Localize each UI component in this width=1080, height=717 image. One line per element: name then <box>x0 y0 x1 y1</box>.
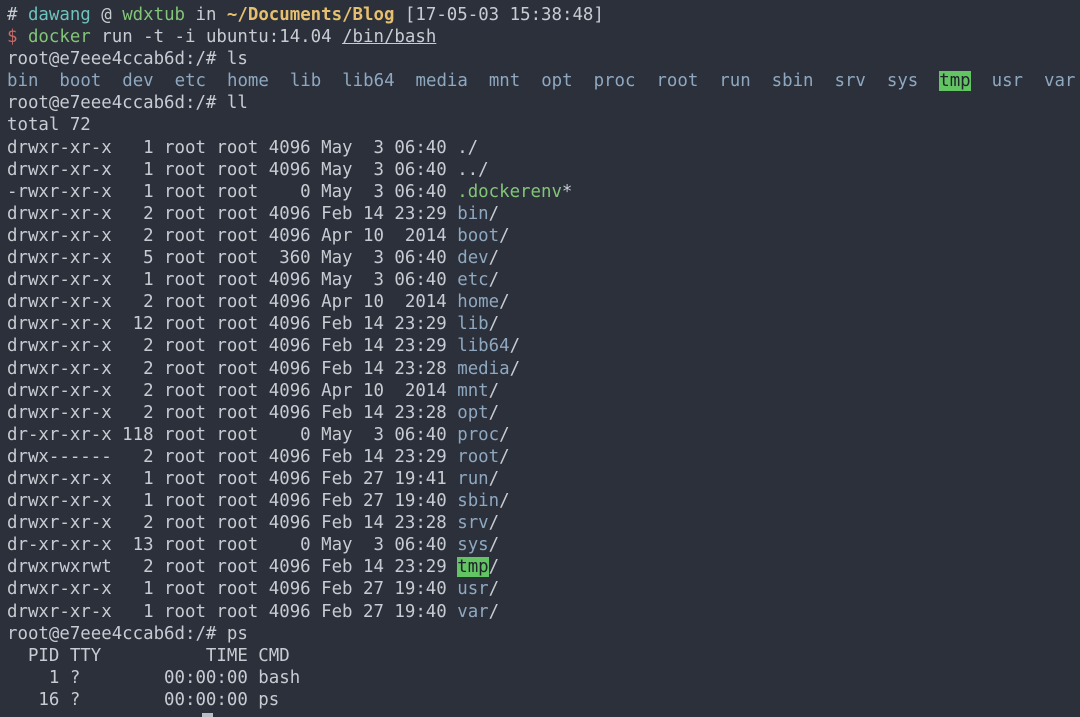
terminal-line: drwxr-xr-x 2 root root 4096 Feb 14 23:28… <box>7 402 500 423</box>
terminal-line: drwxr-xr-x 1 root root 4096 Feb 27 19:40… <box>7 601 500 622</box>
terminal-line: drwxr-xr-x 1 root root 4096 May 3 06:40 … <box>7 137 479 158</box>
terminal-line: root@e7eee4ccab6d:/# ps <box>7 623 248 644</box>
terminal-line: 1 ? 00:00:00 bash <box>7 667 301 688</box>
terminal-line: root@e7eee4ccab6d:/# ls <box>7 49 248 70</box>
terminal-line: drwxr-xr-x 1 root root 4096 Feb 27 19:40… <box>7 579 500 600</box>
terminal-line: drwxrwxrwt 2 root root 4096 Feb 14 23:29… <box>7 557 500 578</box>
terminal-line: drwxr-xr-x 2 root root 4096 Apr 10 2014 … <box>7 225 510 246</box>
terminal-line: drwx------ 2 root root 4096 Feb 14 23:29… <box>7 446 510 467</box>
terminal-line: total 72 <box>7 115 91 136</box>
terminal-screen: # dawang @ wdxtub in ~/Documents/Blog [1… <box>7 4 1080 711</box>
terminal-line: PID TTY TIME CMD <box>7 645 290 666</box>
terminal-line: drwxr-xr-x 2 root root 4096 Apr 10 2014 … <box>7 380 500 401</box>
terminal-line: dr-xr-xr-x 118 root root 0 May 3 06:40 p… <box>7 424 510 445</box>
terminal-line: 16 ? 00:00:00 ps <box>7 689 280 710</box>
terminal-line: bin boot dev etc home lib lib64 media mn… <box>7 71 1076 92</box>
terminal-window[interactable]: # dawang @ wdxtub in ~/Documents/Blog [1… <box>0 0 1080 717</box>
terminal-line: drwxr-xr-x 5 root root 360 May 3 06:40 d… <box>7 248 500 269</box>
terminal-line: -rwxr-xr-x 1 root root 0 May 3 06:40 .do… <box>7 181 573 202</box>
terminal-line: $ docker run -t -i ubuntu:14.04 /bin/bas… <box>7 27 437 48</box>
terminal-cursor <box>202 713 213 717</box>
terminal-line: drwxr-xr-x 1 root root 4096 May 3 06:40 … <box>7 270 500 291</box>
terminal-line: drwxr-xr-x 1 root root 4096 Feb 27 19:40… <box>7 491 510 512</box>
terminal-line: root@e7eee4ccab6d:/# ll <box>7 93 248 114</box>
terminal-line: # dawang @ wdxtub in ~/Documents/Blog [1… <box>7 5 604 25</box>
terminal-line: drwxr-xr-x 2 root root 4096 Feb 14 23:29… <box>7 336 521 357</box>
terminal-line: drwxr-xr-x 2 root root 4096 Apr 10 2014 … <box>7 292 510 313</box>
terminal-line: drwxr-xr-x 12 root root 4096 Feb 14 23:2… <box>7 314 500 335</box>
terminal-line: drwxr-xr-x 2 root root 4096 Feb 14 23:28… <box>7 358 521 379</box>
terminal-line: dr-xr-xr-x 13 root root 0 May 3 06:40 sy… <box>7 535 500 556</box>
terminal-line: drwxr-xr-x 1 root root 4096 Feb 27 19:41… <box>7 468 500 489</box>
terminal-line: drwxr-xr-x 1 root root 4096 May 3 06:40 … <box>7 159 489 180</box>
terminal-line: drwxr-xr-x 2 root root 4096 Feb 14 23:29… <box>7 203 500 224</box>
terminal-line: drwxr-xr-x 2 root root 4096 Feb 14 23:28… <box>7 513 500 534</box>
